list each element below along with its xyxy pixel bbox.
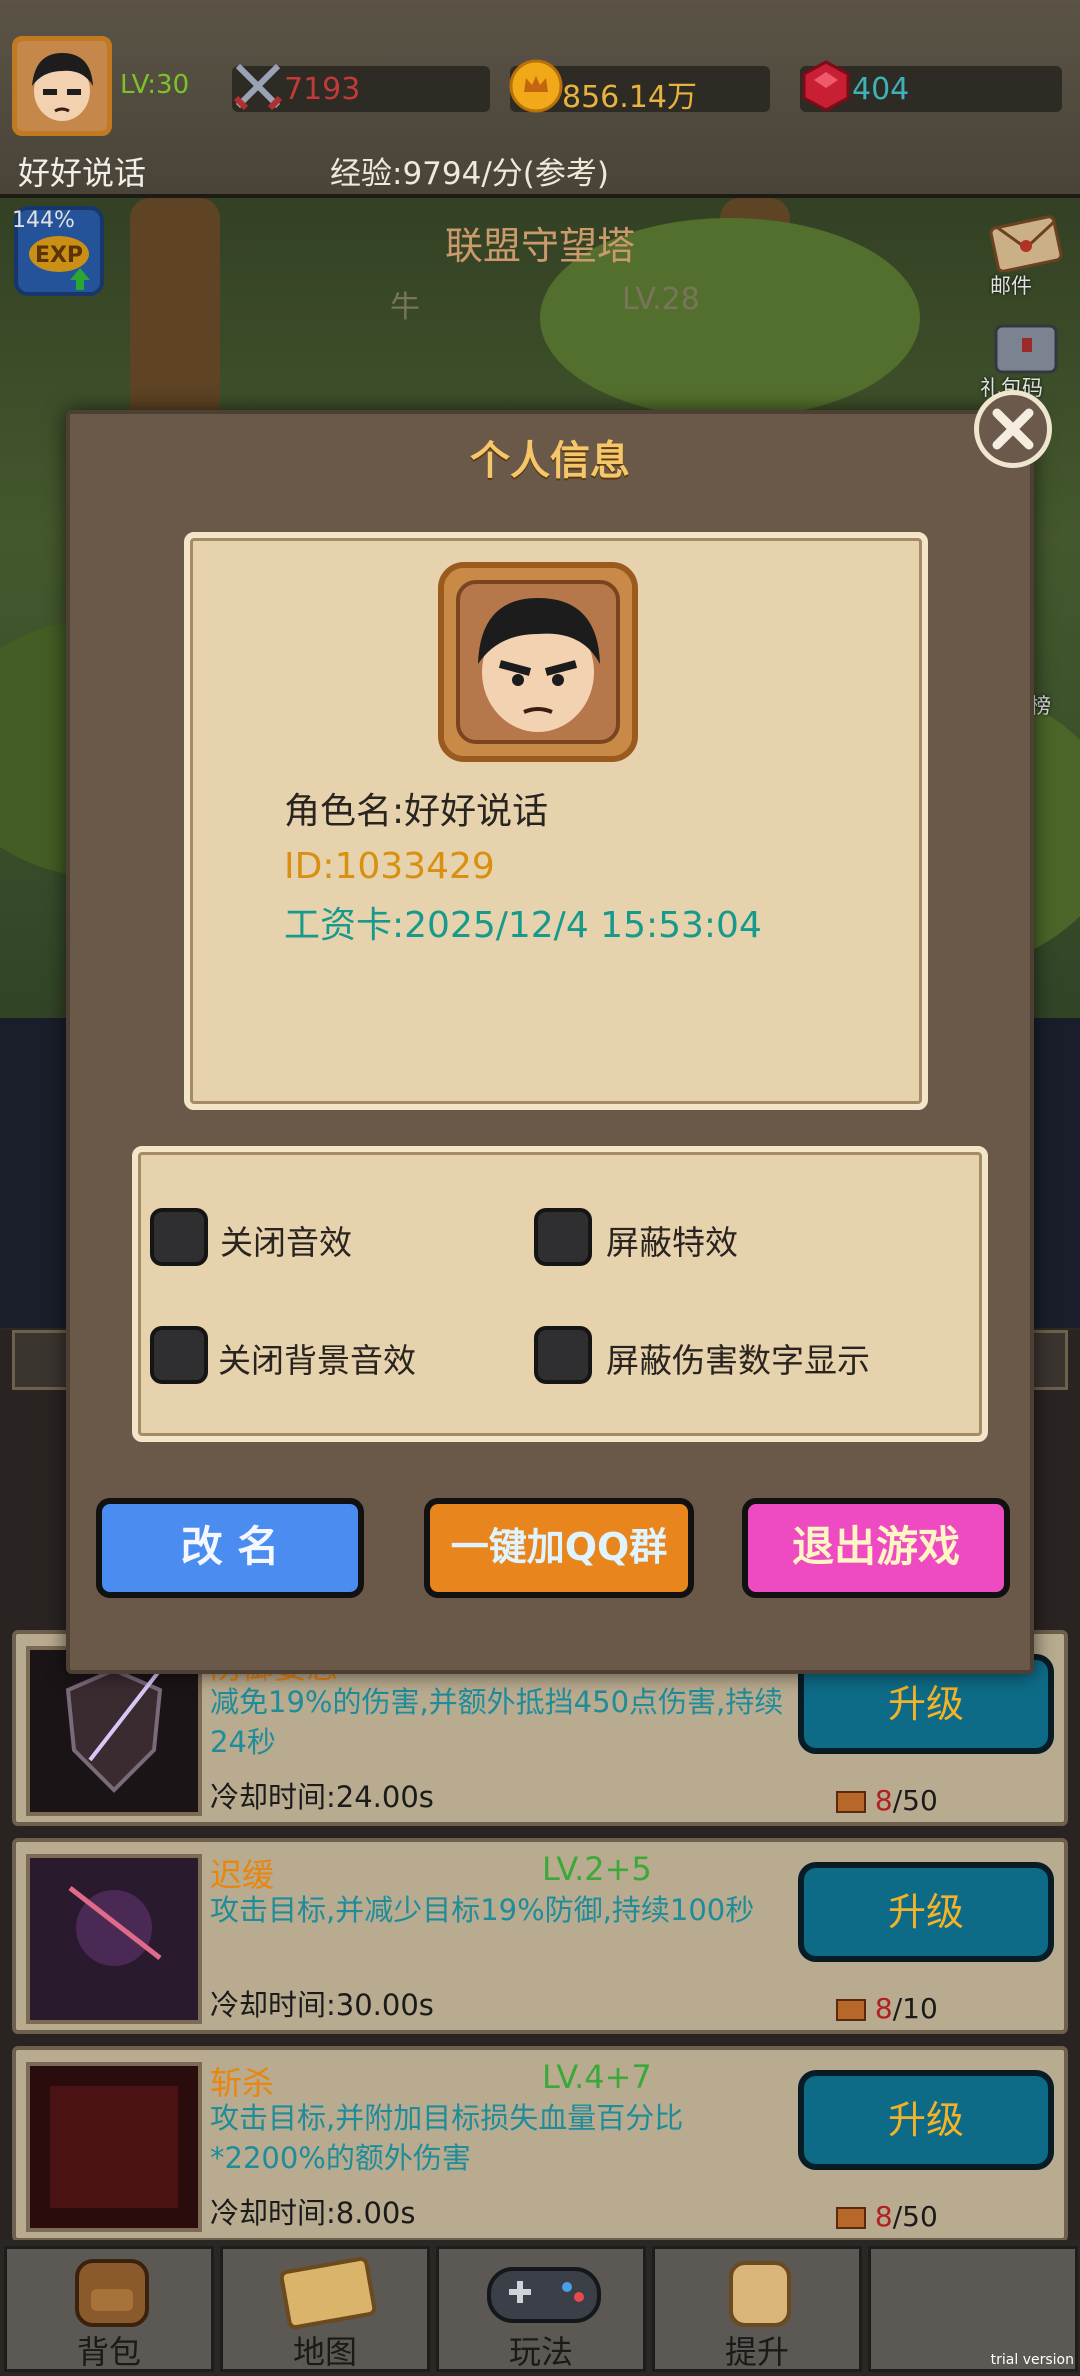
skill-icon-slow — [26, 1854, 202, 2024]
book-need: /10 — [892, 1992, 938, 2025]
skill-description: 减免19%的伤害,并额外抵挡450点伤害,持续24秒 — [210, 1685, 784, 1759]
nav-play-label: 玩法 — [508, 2333, 573, 2371]
fist-icon — [729, 2261, 791, 2327]
nav-bag[interactable]: 背包 — [4, 2246, 214, 2372]
nav-map[interactable]: 地图 — [220, 2246, 430, 2372]
top-status-bar: LV:30 7193 856.14万 404 好好说话 经验:9794/分(参考… — [0, 0, 1080, 198]
gold-coin-icon — [509, 59, 563, 113]
mute-sfx-checkbox[interactable] — [150, 1208, 208, 1266]
skill-level: LV.4+7 — [542, 2058, 652, 2096]
book-have: 8 — [874, 1992, 893, 2025]
skill-book-count: 8/50 — [836, 2200, 938, 2233]
salary-card: 工资卡:2025/12/4 15:53:04 — [284, 905, 762, 946]
mute-sfx-label: 关闭音效 — [220, 1223, 352, 1262]
hero-portrait-icon — [444, 568, 632, 756]
book-have: 8 — [874, 2200, 893, 2233]
settings-card — [132, 1146, 988, 1442]
skill-book-count: 8/10 — [836, 1992, 938, 2025]
map-scroll-icon — [279, 2256, 377, 2330]
player-name: 好好说话 — [18, 154, 147, 192]
hide-effects-checkbox[interactable] — [534, 1208, 592, 1266]
skill-book-count: 8/50 — [836, 1784, 938, 1817]
gem-value: 404 — [852, 72, 910, 107]
execute-slash-icon — [30, 2066, 198, 2228]
bottom-navigation: 背包 地图 玩法 提升 trial version — [0, 2240, 1080, 2376]
exp-rate: 经验:9794/分(参考) — [330, 156, 609, 192]
profile-portrait — [438, 562, 638, 762]
skill-cooldown: 冷却时间:24.00s — [210, 1780, 434, 1814]
skill-description: 攻击目标,并附加目标损失血量百分比*2200%的额外伤害 — [210, 2101, 684, 2175]
skill-row: 斩杀 LV.4+7 攻击目标,并附加目标损失血量百分比*2200%的额外伤害 冷… — [12, 2046, 1068, 2242]
trial-watermark: trial version — [990, 2352, 1074, 2368]
upgrade-button[interactable]: 升级 — [798, 2070, 1054, 2170]
slow-curse-icon — [30, 1858, 198, 2020]
nav-upgrade-label: 提升 — [724, 2333, 789, 2371]
exit-game-button[interactable]: 退出游戏 — [742, 1498, 1010, 1598]
hero-face-icon — [17, 41, 107, 131]
book-have: 8 — [874, 1784, 893, 1817]
shield-icon — [65, 1667, 163, 1793]
skill-icon-execute — [26, 2062, 202, 2232]
book-need: /50 — [892, 2200, 938, 2233]
gem-display: 404 — [800, 60, 1062, 112]
nav-map-label: 地图 — [292, 2333, 357, 2371]
hide-effects-label: 屏蔽特效 — [606, 1223, 738, 1262]
crossed-swords-icon — [233, 63, 283, 111]
gold-display: 856.14万 — [509, 59, 770, 115]
ruby-gem-icon — [802, 60, 850, 112]
skill-row: 迟缓 LV.2+5 攻击目标,并减少目标19%防御,持续100秒 冷却时间:30… — [12, 1838, 1068, 2034]
hide-damage-numbers-checkbox[interactable] — [534, 1326, 592, 1384]
player-level: LV:30 — [120, 70, 190, 100]
skill-description: 攻击目标,并减少目标19%防御,持续100秒 — [210, 1893, 755, 1927]
close-button[interactable] — [974, 390, 1052, 468]
rename-button[interactable]: 改 名 — [96, 1498, 364, 1598]
skill-level: LV.2+5 — [542, 1850, 652, 1888]
skill-cooldown: 冷却时间:8.00s — [210, 2196, 416, 2230]
attack-power-value: 7193 — [284, 72, 361, 107]
book-icon — [836, 2207, 866, 2229]
join-qq-group-button[interactable]: 一键加QQ群 — [424, 1498, 694, 1598]
game-screen: LV:30 7193 856.14万 404 好好说话 经验:9794/分(参考… — [0, 0, 1080, 2376]
book-need: /50 — [892, 1784, 938, 1817]
hide-damage-numbers-label: 屏蔽伤害数字显示 — [606, 1341, 870, 1380]
attack-power-display: 7193 — [232, 63, 490, 112]
book-icon — [836, 1791, 866, 1813]
mute-bgm-checkbox[interactable] — [150, 1326, 208, 1384]
upgrade-button[interactable]: 升级 — [798, 1862, 1054, 1962]
skill-cooldown: 冷却时间:30.00s — [210, 1988, 434, 2022]
role-name: 角色名:好好说话 — [284, 791, 549, 832]
mute-bgm-label: 关闭背景音效 — [218, 1341, 416, 1380]
gamepad-icon — [487, 2267, 601, 2323]
book-icon — [836, 1999, 866, 2021]
gold-value: 856.14万 — [562, 80, 697, 115]
nav-bag-label: 背包 — [76, 2333, 141, 2371]
player-id: ID:1033429 — [284, 846, 495, 887]
nav-upgrade[interactable]: 提升 — [652, 2246, 862, 2372]
backpack-icon — [75, 2259, 149, 2327]
dialog-title: 个人信息 — [470, 438, 630, 484]
close-icon — [992, 408, 1034, 450]
player-avatar[interactable] — [12, 36, 112, 136]
nav-play[interactable]: 玩法 — [436, 2246, 646, 2372]
